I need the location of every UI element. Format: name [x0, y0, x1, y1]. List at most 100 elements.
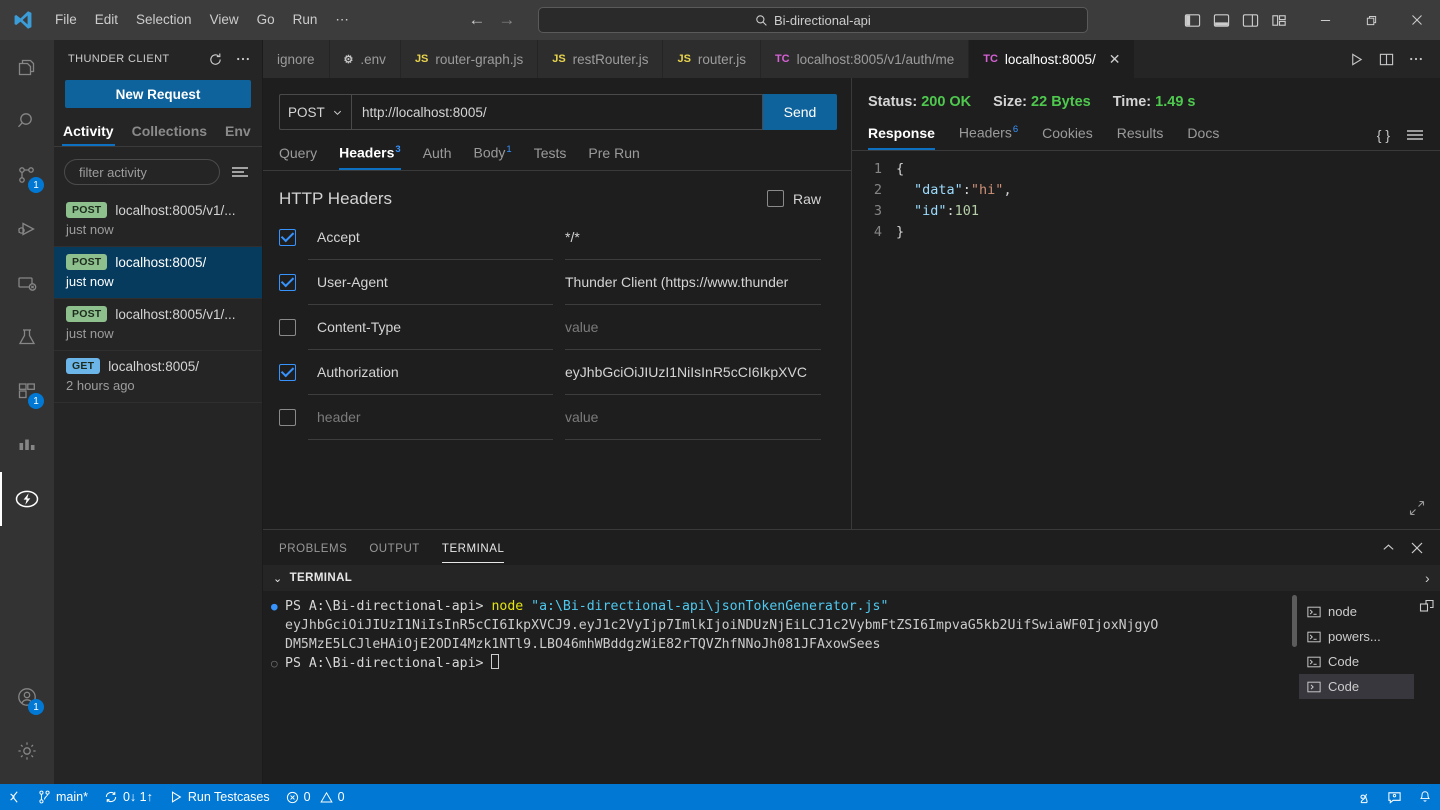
chevron-down-icon[interactable]: ⌄	[273, 572, 283, 585]
header-value-input[interactable]: */*	[565, 215, 821, 260]
chevron-up-icon[interactable]	[1381, 540, 1396, 555]
status-remote-indicator[interactable]	[0, 784, 30, 810]
header-value-input[interactable]: value	[565, 395, 821, 440]
menu-file[interactable]: File	[46, 7, 86, 33]
refresh-icon[interactable]	[204, 48, 226, 70]
menu-selection[interactable]: Selection	[127, 7, 201, 33]
editor-tab-router-js[interactable]: JS router.js	[663, 40, 761, 78]
raw-toggle[interactable]: Raw	[766, 190, 821, 208]
terminal-output[interactable]: ● PS A:\Bi-directional-api> node "a:\Bi-…	[263, 591, 1299, 784]
run-icon[interactable]	[1342, 44, 1370, 74]
activity-item-chart[interactable]	[0, 418, 54, 472]
header-value-input[interactable]: eyJhbGciOiJIUzI1NiIsInR5cCI6IkpXVC	[565, 350, 821, 395]
activity-item-thunder-client[interactable]	[0, 472, 54, 526]
activity-item-accounts[interactable]: 1	[0, 670, 54, 724]
activity-item-source-control[interactable]: 1	[0, 148, 54, 202]
menu-icon[interactable]	[1406, 128, 1424, 142]
header-enabled-checkbox[interactable]	[279, 228, 296, 246]
chevron-right-icon[interactable]: ›	[1425, 570, 1430, 586]
send-button[interactable]: Send	[763, 94, 837, 130]
tab-body[interactable]: Body1	[474, 144, 512, 170]
status-feedback[interactable]	[1379, 784, 1410, 810]
terminal-list-item-node[interactable]: node	[1299, 599, 1414, 624]
tab-pre-run[interactable]: Pre Run	[588, 145, 639, 170]
status-run-testcases[interactable]: Run Testcases	[161, 784, 278, 810]
editor-tab-auth-me[interactable]: TC localhost:8005/v1/auth/me	[760, 40, 970, 78]
customize-layout-icon[interactable]	[1266, 7, 1292, 33]
window-close-button[interactable]	[1394, 0, 1440, 40]
split-editor-icon[interactable]	[1372, 44, 1400, 74]
toggle-panel-icon[interactable]	[1208, 7, 1234, 33]
header-enabled-checkbox[interactable]	[279, 273, 296, 291]
editor-tab-router-graph-js[interactable]: JS router-graph.js	[400, 40, 539, 78]
header-name-input[interactable]: Authorization	[308, 350, 553, 395]
list-item[interactable]: GET localhost:8005/ 2 hours ago	[54, 351, 262, 403]
list-item[interactable]: POST localhost:8005/v1/... just now	[54, 195, 262, 247]
status-squirrel[interactable]	[1348, 784, 1379, 810]
list-item[interactable]: POST localhost:8005/v1/... just now	[54, 299, 262, 351]
close-icon[interactable]: ✕	[1109, 52, 1121, 66]
menu-edit[interactable]: Edit	[86, 7, 127, 33]
activity-item-extensions[interactable]: 1	[0, 364, 54, 418]
toggle-secondary-sidebar-icon[interactable]	[1237, 7, 1263, 33]
header-enabled-checkbox[interactable]	[279, 363, 296, 381]
split-terminal-icon[interactable]	[1419, 599, 1435, 615]
activity-item-run-and-debug[interactable]	[0, 202, 54, 256]
activity-item-remote-explorer[interactable]	[0, 256, 54, 310]
editor-tab-restrouter-js[interactable]: JS restRouter.js	[538, 40, 664, 78]
tab-cookies[interactable]: Cookies	[1042, 125, 1093, 150]
activity-item-search[interactable]	[0, 94, 54, 148]
tab-docs[interactable]: Docs	[1187, 125, 1219, 150]
panel-tab-terminal[interactable]: TERMINAL	[441, 533, 505, 563]
more-icon[interactable]	[1402, 44, 1430, 74]
window-restore-button[interactable]	[1348, 0, 1394, 40]
header-value-input[interactable]: value	[565, 305, 821, 350]
panel-tab-output[interactable]: OUTPUT	[369, 533, 420, 563]
sidebar-tab-env[interactable]: Env	[224, 120, 252, 146]
activity-item-testing[interactable]	[0, 310, 54, 364]
header-enabled-checkbox[interactable]	[279, 318, 296, 336]
activity-item-explorer[interactable]	[0, 40, 54, 94]
tab-results[interactable]: Results	[1117, 125, 1164, 150]
tab-headers[interactable]: Headers3	[339, 144, 401, 170]
method-select[interactable]: POST	[279, 94, 351, 130]
header-name-input[interactable]: header	[308, 395, 553, 440]
header-value-input[interactable]: Thunder Client (https://www.thunder	[565, 260, 821, 305]
menu-go[interactable]: Go	[248, 7, 284, 33]
header-name-input[interactable]: User-Agent	[308, 260, 553, 305]
arrow-left-icon[interactable]: ←	[466, 10, 488, 30]
header-name-input[interactable]: Content-Type	[308, 305, 553, 350]
new-request-button[interactable]: New Request	[65, 80, 251, 108]
tab-response[interactable]: Response	[868, 125, 935, 150]
editor-tab-ignore[interactable]: ignore	[263, 40, 330, 78]
header-enabled-checkbox[interactable]	[279, 408, 296, 426]
menu-run[interactable]: Run	[284, 7, 327, 33]
resize-grip-icon[interactable]	[1408, 499, 1426, 517]
status-problems[interactable]: 0 0	[278, 784, 353, 810]
tab-auth[interactable]: Auth	[423, 145, 452, 170]
filter-lines-icon[interactable]	[228, 165, 252, 179]
header-name-input[interactable]: Accept	[308, 215, 553, 260]
sidebar-tab-collections[interactable]: Collections	[131, 120, 208, 146]
activity-item-settings[interactable]	[0, 724, 54, 778]
editor-tab-localhost-8005[interactable]: TC localhost:8005/ ✕	[969, 40, 1136, 78]
terminal-list-item-powershell[interactable]: powers...	[1299, 624, 1414, 649]
more-icon[interactable]	[232, 48, 254, 70]
url-input[interactable]: http://localhost:8005/	[351, 94, 763, 130]
status-branch[interactable]: main*	[30, 784, 96, 810]
panel-tab-problems[interactable]: PROBLEMS	[279, 533, 347, 563]
tab-query[interactable]: Query	[279, 145, 317, 170]
raw-checkbox[interactable]	[766, 190, 784, 208]
menu-view[interactable]: View	[201, 7, 248, 33]
toggle-primary-sidebar-icon[interactable]	[1179, 7, 1205, 33]
menu-more[interactable]: ⋯	[326, 7, 358, 33]
command-center-search[interactable]: Bi-directional-api	[537, 7, 1088, 33]
tab-tests[interactable]: Tests	[534, 145, 567, 170]
editor-tab-env[interactable]: ⚙ .env	[329, 40, 401, 78]
format-json-icon[interactable]: { }	[1377, 127, 1390, 143]
sidebar-tab-activity[interactable]: Activity	[62, 120, 115, 146]
status-notifications[interactable]	[1410, 784, 1440, 810]
tab-response-headers[interactable]: Headers6	[959, 124, 1018, 150]
terminal-list-item-code[interactable]: Code	[1299, 649, 1414, 674]
terminal-scrollbar[interactable]	[1292, 595, 1297, 647]
